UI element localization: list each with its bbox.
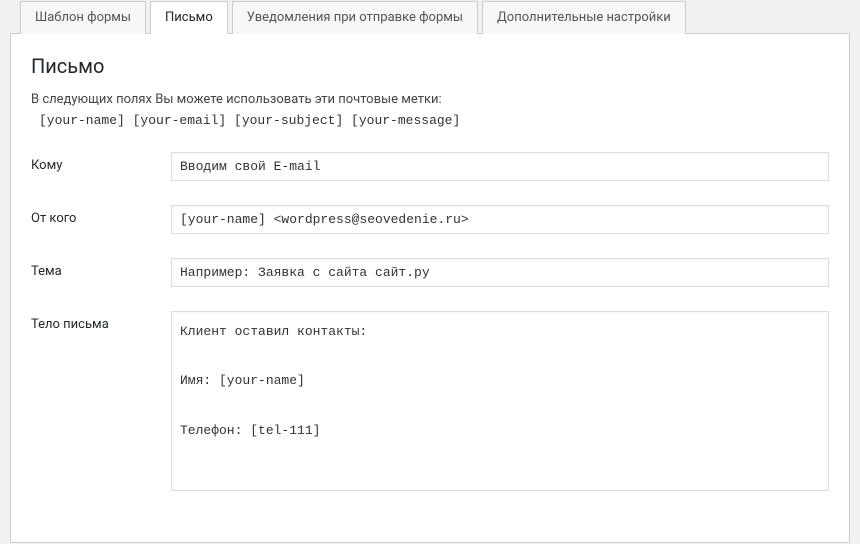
input-subject[interactable]	[171, 258, 829, 287]
input-to[interactable]	[171, 152, 829, 181]
field-row-body: Тело письма	[31, 311, 829, 495]
mail-tags-list: [your-name] [your-email] [your-subject] …	[31, 113, 829, 128]
label-from: От кого	[31, 205, 171, 226]
field-row-subject: Тема	[31, 258, 829, 287]
panel-title: Письмо	[31, 54, 829, 78]
tab-additional-settings[interactable]: Дополнительные настройки	[482, 1, 686, 34]
mail-panel: Письмо В следующих полях Вы можете испол…	[10, 33, 850, 543]
tab-form-template[interactable]: Шаблон формы	[20, 1, 146, 34]
label-to: Кому	[31, 152, 171, 173]
field-row-to: Кому	[31, 152, 829, 181]
input-from[interactable]	[171, 205, 829, 234]
label-body: Тело письма	[31, 311, 171, 332]
textarea-body[interactable]	[171, 311, 829, 491]
tab-messages[interactable]: Уведомления при отправке формы	[232, 1, 478, 34]
tab-mail[interactable]: Письмо	[150, 1, 228, 34]
tabs-container: Шаблон формы Письмо Уведомления при отпр…	[10, 1, 850, 34]
label-subject: Тема	[31, 258, 171, 279]
field-row-from: От кого	[31, 205, 829, 234]
mail-tags-hint: В следующих полях Вы можете использовать…	[31, 92, 829, 107]
